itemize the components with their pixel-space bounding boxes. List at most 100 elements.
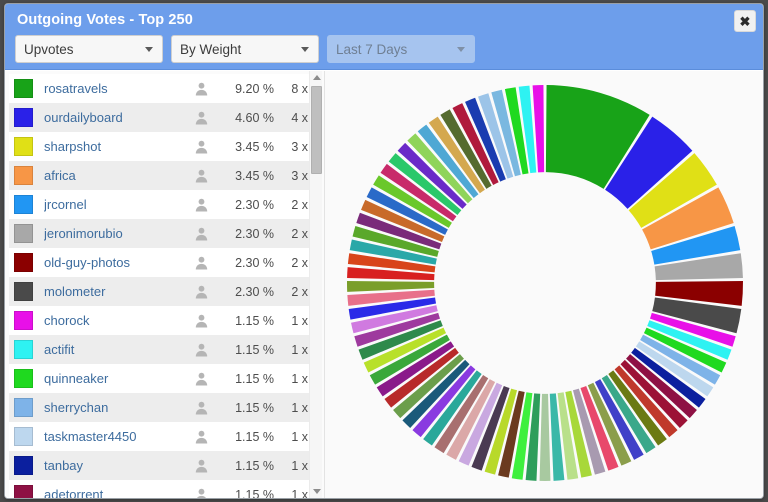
- list-item[interactable]: taskmaster4450 1.15 % 1 x: [9, 422, 314, 451]
- color-swatch: [14, 485, 33, 498]
- person-icon: [188, 429, 214, 444]
- account-name-link[interactable]: old-guy-photos: [44, 255, 188, 270]
- list-item[interactable]: rosatravels 9.20 % 8 x: [9, 74, 314, 103]
- account-name-link[interactable]: tanbay: [44, 458, 188, 473]
- vote-percent: 1.15 %: [235, 371, 274, 386]
- donut-slice[interactable]: [347, 281, 435, 292]
- account-name-link[interactable]: jrcornel: [44, 197, 188, 212]
- vote-percent: 3.45 %: [235, 139, 274, 154]
- vote-count: 2 x: [291, 255, 308, 270]
- account-name-link[interactable]: molometer: [44, 284, 188, 299]
- vote-count: 1 x: [291, 429, 308, 444]
- color-swatch: [14, 398, 33, 417]
- vote-percent: 1.15 %: [235, 313, 274, 328]
- color-swatch: [14, 79, 33, 98]
- scroll-up-button[interactable]: [310, 71, 323, 84]
- person-icon: [188, 255, 214, 270]
- filter-controls: Upvotes By Weight Last 7 Days: [15, 35, 755, 63]
- vote-count: 4 x: [291, 110, 308, 125]
- account-name-link[interactable]: sharpshot: [44, 139, 188, 154]
- close-button[interactable]: ✖: [734, 10, 756, 32]
- person-icon: [188, 197, 214, 212]
- color-swatch: [14, 311, 33, 330]
- list-item[interactable]: molometer 2.30 % 2 x: [9, 277, 314, 306]
- account-name-link[interactable]: quinneaker: [44, 371, 188, 386]
- color-swatch: [14, 166, 33, 185]
- vote-count: 1 x: [291, 487, 308, 499]
- vote-count: 2 x: [291, 284, 308, 299]
- votes-list: rosatravels 9.20 % 8 x ourdailyboard 4.60 % 4…: [9, 74, 314, 498]
- list-item[interactable]: jeronimorubio 2.30 % 2 x: [9, 219, 314, 248]
- account-name-link[interactable]: taskmaster4450: [44, 429, 188, 444]
- color-swatch: [14, 253, 33, 272]
- person-icon: [188, 284, 214, 299]
- person-icon: [188, 139, 214, 154]
- account-name-link[interactable]: africa: [44, 168, 188, 183]
- account-name-link[interactable]: actifit: [44, 342, 188, 357]
- chevron-down-icon: [457, 47, 465, 52]
- window-body: rosatravels 9.20 % 8 x ourdailyboard 4.60 % 4…: [5, 71, 763, 498]
- color-swatch: [14, 369, 33, 388]
- scrollbar-thumb[interactable]: [311, 86, 322, 174]
- account-name-link[interactable]: rosatravels: [44, 81, 188, 96]
- arrow-up-icon: [312, 75, 321, 80]
- scroll-down-button[interactable]: [310, 485, 323, 498]
- account-name-link[interactable]: sherrychan: [44, 400, 188, 415]
- list-item[interactable]: chorock 1.15 % 1 x: [9, 306, 314, 335]
- color-swatch: [14, 456, 33, 475]
- chevron-down-icon: [301, 47, 309, 52]
- list-item[interactable]: ourdailyboard 4.60 % 4 x: [9, 103, 314, 132]
- person-icon: [188, 487, 214, 498]
- account-name-link[interactable]: ourdailyboard: [44, 110, 188, 125]
- vote-count: 2 x: [291, 197, 308, 212]
- list-item[interactable]: old-guy-photos 2.30 % 2 x: [9, 248, 314, 277]
- vote-count: 1 x: [291, 313, 308, 328]
- list-item[interactable]: quinneaker 1.15 % 1 x: [9, 364, 314, 393]
- vote-percent: 2.30 %: [235, 226, 274, 241]
- account-name-link[interactable]: chorock: [44, 313, 188, 328]
- sort-by-select[interactable]: By Weight: [171, 35, 319, 63]
- person-icon: [188, 168, 214, 183]
- arrow-down-icon: [312, 489, 321, 494]
- close-icon: ✖: [739, 13, 751, 29]
- list-scrollbar[interactable]: [309, 71, 322, 498]
- period-value: Last 7 Days: [336, 41, 408, 57]
- color-swatch: [14, 137, 33, 156]
- color-swatch: [14, 427, 33, 446]
- votes-list-panel: rosatravels 9.20 % 8 x ourdailyboard 4.60 % 4…: [5, 71, 325, 498]
- list-item[interactable]: actifit 1.15 % 1 x: [9, 335, 314, 364]
- period-select: Last 7 Days: [327, 35, 475, 63]
- person-icon: [188, 313, 214, 328]
- account-name-link[interactable]: jeronimorubio: [44, 226, 188, 241]
- window-header: Outgoing Votes - Top 250 Upvotes By Weig…: [5, 4, 763, 70]
- vote-percent: 1.15 %: [235, 400, 274, 415]
- list-item[interactable]: jrcornel 2.30 % 2 x: [9, 190, 314, 219]
- list-item[interactable]: sherrychan 1.15 % 1 x: [9, 393, 314, 422]
- vote-type-value: Upvotes: [24, 41, 74, 57]
- list-item[interactable]: sharpshot 3.45 % 3 x: [9, 132, 314, 161]
- vote-type-select[interactable]: Upvotes: [15, 35, 163, 63]
- list-item[interactable]: adetorrent 1.15 % 1 x: [9, 480, 314, 498]
- list-item[interactable]: tanbay 1.15 % 1 x: [9, 451, 314, 480]
- list-item[interactable]: africa 3.45 % 3 x: [9, 161, 314, 190]
- vote-count: 1 x: [291, 342, 308, 357]
- vote-percent: 1.15 %: [235, 487, 274, 499]
- person-icon: [188, 400, 214, 415]
- person-icon: [188, 81, 214, 96]
- color-swatch: [14, 108, 33, 127]
- account-name-link[interactable]: adetorrent: [44, 487, 188, 498]
- donut-chart[interactable]: [325, 71, 764, 499]
- outgoing-votes-window: Outgoing Votes - Top 250 Upvotes By Weig…: [4, 3, 764, 499]
- page-title: Outgoing Votes - Top 250: [17, 12, 193, 28]
- vote-percent: 9.20 %: [235, 81, 274, 96]
- donut-slice[interactable]: [539, 393, 551, 482]
- vote-count: 3 x: [291, 168, 308, 183]
- vote-percent: 1.15 %: [235, 429, 274, 444]
- person-icon: [188, 110, 214, 125]
- vote-count: 1 x: [291, 400, 308, 415]
- person-icon: [188, 371, 214, 386]
- vote-percent: 2.30 %: [235, 284, 274, 299]
- person-icon: [188, 226, 214, 241]
- vote-percent: 1.15 %: [235, 458, 274, 473]
- color-swatch: [14, 340, 33, 359]
